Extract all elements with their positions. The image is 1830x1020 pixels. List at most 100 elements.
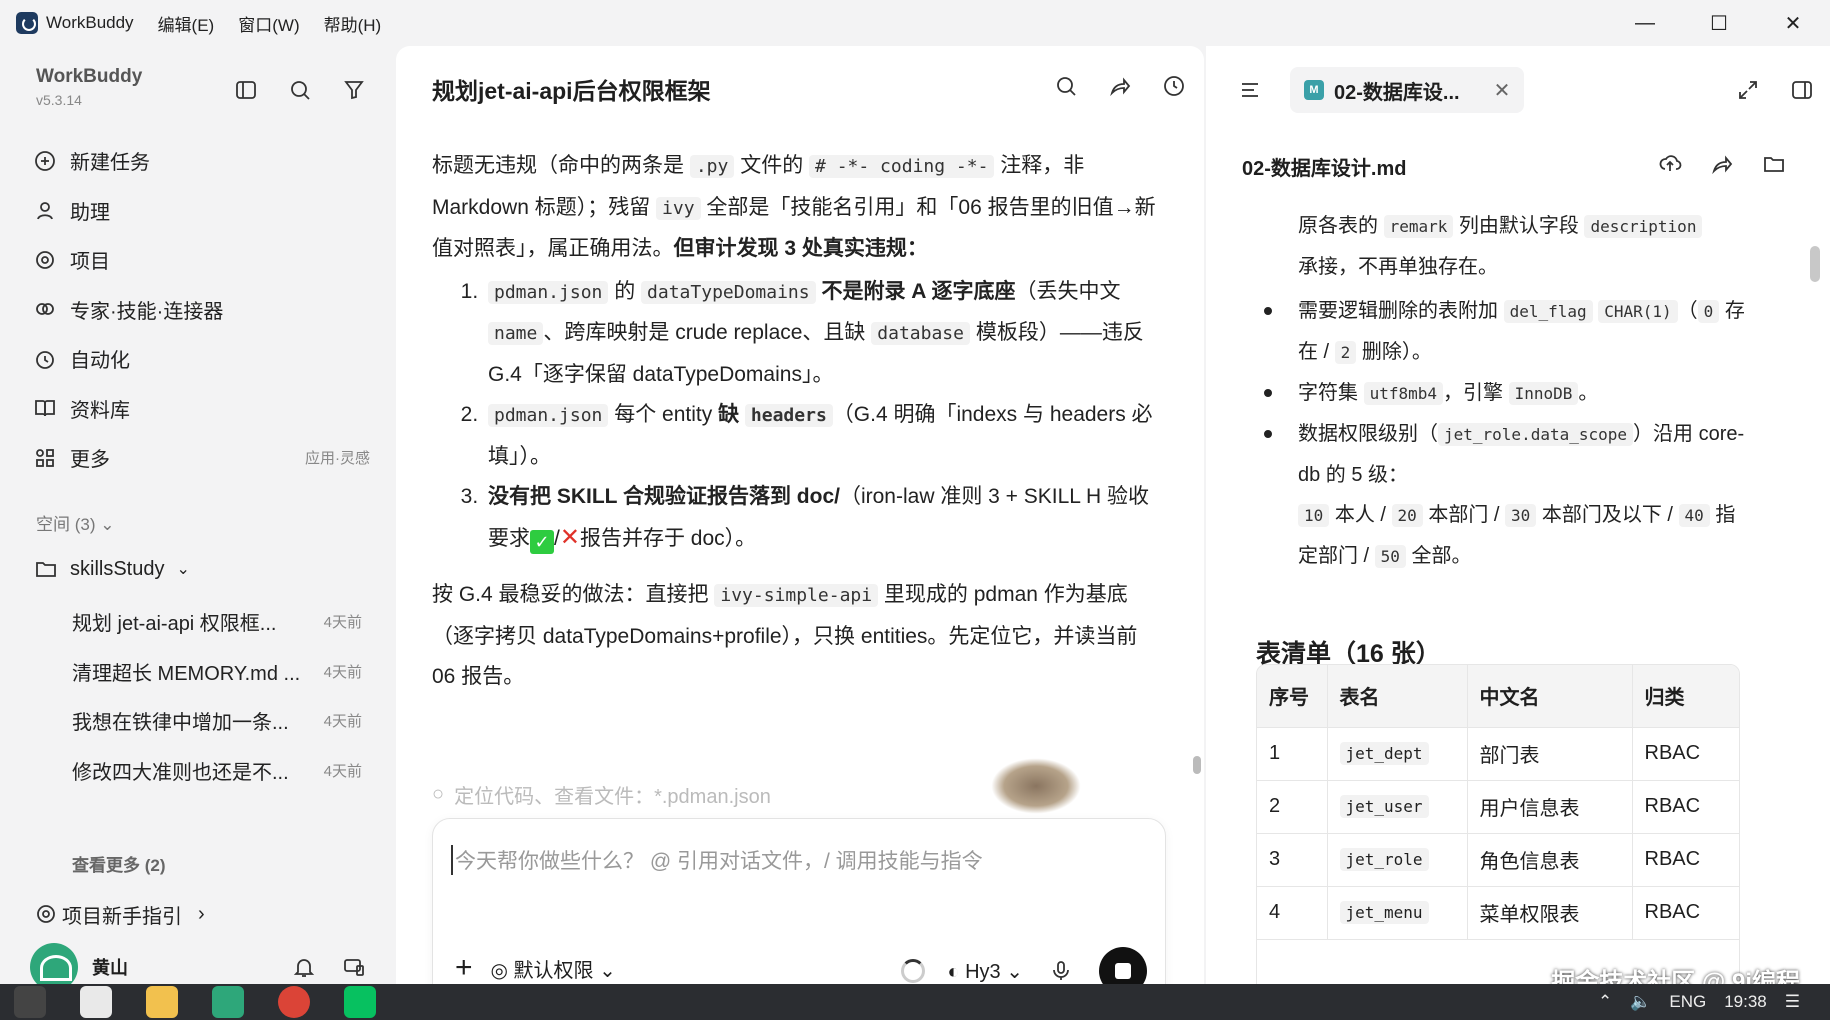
project-guide[interactable]: 项目新手指引 ›: [30, 898, 205, 930]
menu-edit[interactable]: 编辑(E): [158, 11, 215, 36]
table-cell: RBAC: [1632, 780, 1739, 834]
menu-help[interactable]: 帮助(H): [324, 11, 382, 36]
wechat-icon[interactable]: [344, 986, 376, 1018]
text: 每个 entity: [608, 403, 719, 426]
nav-more[interactable]: 更多 应用·灵感: [30, 433, 370, 483]
close-button[interactable]: ✕: [1756, 0, 1830, 46]
table-cell: 用户信息表: [1467, 780, 1633, 834]
nav-project[interactable]: 项目: [30, 235, 370, 285]
table-cell: RBAC: [1632, 727, 1739, 781]
folder-icon[interactable]: [1758, 148, 1790, 180]
inline-code: name: [488, 322, 544, 345]
share-icon[interactable]: [1706, 148, 1738, 180]
nav-new-task[interactable]: 新建任务: [30, 136, 370, 186]
panel-toggle-icon[interactable]: [1786, 74, 1818, 106]
text: 删除）。: [1356, 341, 1432, 363]
nav-hint: 应用·灵感: [305, 450, 370, 468]
nav-library[interactable]: 资料库: [30, 384, 370, 434]
menu-window[interactable]: 窗口(W): [238, 11, 299, 36]
column-header: 序号: [1257, 665, 1328, 728]
file-tab-title: 02-数据库设...: [1334, 81, 1460, 104]
conversation-item[interactable]: 我想在铁律中增加一条... 4天前: [72, 696, 362, 746]
scrollbar-thumb[interactable]: [1193, 756, 1201, 774]
microphone-icon[interactable]: [1045, 955, 1077, 987]
inline-code: database: [871, 322, 970, 345]
search-icon[interactable]: [1050, 70, 1082, 102]
task-view-icon[interactable]: [14, 986, 46, 1018]
add-attachment-icon[interactable]: +: [455, 951, 473, 985]
nav-automation[interactable]: 自动化: [30, 334, 370, 384]
automation-icon: [30, 343, 60, 375]
file-explorer-icon[interactable]: [146, 986, 178, 1018]
text: 原各表的: [1298, 215, 1384, 237]
guide-icon: [30, 898, 62, 930]
table-cell: 2: [1257, 780, 1328, 834]
folder-skillsstudy[interactable]: skillsStudy ⌄: [30, 553, 190, 585]
notification-icon[interactable]: ☰: [1785, 992, 1800, 1012]
model-logo-icon: ◐: [947, 960, 960, 983]
workbuddy-icon[interactable]: [212, 986, 244, 1018]
system-tray: ⌃ 🔈 ENG 19:38 ☰: [1598, 984, 1800, 1020]
inline-code: remark: [1383, 215, 1454, 238]
outline-icon[interactable]: [1234, 74, 1266, 106]
model-selector[interactable]: ◐ Hy3 ⌄: [947, 959, 1023, 984]
table-cell: 角色信息表: [1467, 833, 1633, 887]
text: 文件的: [734, 154, 810, 177]
conversation-item[interactable]: 规划 jet-ai-api 权限框... 4天前: [72, 597, 362, 647]
see-more-link[interactable]: 查看更多 (2): [72, 851, 166, 876]
table-cell: jet_user: [1327, 780, 1468, 834]
inline-code: 0: [1697, 300, 1720, 323]
nav-assistant[interactable]: 助理: [30, 186, 370, 236]
space-header[interactable]: 空间 (3) ⌄: [36, 510, 114, 535]
stop-icon: [1115, 963, 1131, 979]
inline-code: headers: [744, 404, 833, 427]
document-body: 原各表的 remark 列由默认字段 description 承接，不再单独存在…: [1250, 206, 1750, 577]
doc-bullet: 数据权限级别（ jet_role.data_scope ）沿用 core-db 的 …: [1250, 414, 1750, 577]
expand-icon[interactable]: [1732, 74, 1764, 106]
conversation-item[interactable]: 清理超长 MEMORY.md ... 4天前: [72, 647, 362, 697]
tool-status-text: 定位代码、查看文件：*.pdman.json: [454, 786, 771, 808]
text: 本部门 /: [1422, 504, 1505, 526]
typora-icon[interactable]: [80, 986, 112, 1018]
chrome-icon[interactable]: [278, 986, 310, 1018]
table-cell: RBAC: [1632, 833, 1739, 887]
chat-input-box[interactable]: 今天帮你做些什么？ @ 引用对话文件，/ 调用技能与指令 + ◎ 默认权限 ⌄ …: [432, 818, 1166, 1012]
file-tab[interactable]: M 02-数据库设... ✕: [1290, 67, 1525, 113]
conversation-item[interactable]: 修改四大准则也还是不... 4天前: [72, 746, 362, 796]
close-tab-icon[interactable]: ✕: [1494, 78, 1511, 103]
scrollbar-thumb[interactable]: [1810, 246, 1820, 282]
inline-code: pdman.json: [488, 280, 609, 304]
search-icon[interactable]: [284, 74, 316, 106]
message-paragraph: 按 G.4 最稳妥的做法：直接把 ivy-simple-api 里现成的 pdm…: [432, 575, 1162, 698]
clock[interactable]: 19:38: [1724, 992, 1767, 1012]
text: 本部门及以下 /: [1536, 504, 1679, 526]
volume-icon[interactable]: 🔈: [1630, 992, 1651, 1012]
share-icon[interactable]: [1104, 70, 1136, 102]
column-header: 中文名: [1467, 665, 1633, 728]
minimize-button[interactable]: —: [1608, 0, 1682, 46]
table-row: 3 jet_role 角色信息表 RBAC: [1257, 833, 1739, 887]
permission-selector[interactable]: ◎ 默认权限 ⌄: [491, 954, 616, 983]
devices-icon[interactable]: [338, 951, 370, 983]
history-icon[interactable]: [1158, 70, 1190, 102]
maximize-button[interactable]: ☐: [1682, 0, 1756, 46]
inline-code: pdman.json: [488, 404, 609, 427]
tool-status: ○ 定位代码、查看文件：*.pdman.json: [432, 780, 771, 809]
bell-icon[interactable]: [288, 951, 320, 983]
inline-code: 10: [1298, 504, 1330, 527]
chat-input[interactable]: 今天帮你做些什么？ @ 引用对话文件，/ 调用技能与指令: [451, 845, 983, 875]
doc-line: 承接，不再单独存在。: [1298, 256, 1498, 278]
upload-icon[interactable]: [1654, 148, 1686, 180]
list-item: 没有把 SKILL 合规验证报告落到 doc/（iron-law 准则 3 + …: [484, 477, 1162, 559]
check-icon: ✓: [530, 529, 554, 554]
chevron-up-icon[interactable]: ⌃: [1598, 992, 1612, 1012]
toggle-sidebar-icon[interactable]: [230, 74, 262, 106]
nav-label: 专家·技能·连接器: [70, 300, 224, 323]
language-indicator[interactable]: ENG: [1669, 992, 1706, 1012]
nav-experts[interactable]: 专家·技能·连接器: [30, 285, 370, 335]
inline-code: ivy: [656, 196, 701, 220]
filter-icon[interactable]: [338, 74, 370, 106]
column-header: 归类: [1632, 665, 1739, 728]
doc-line: 原各表的 remark 列由默认字段 description: [1250, 206, 1750, 247]
table-cell: 4: [1257, 886, 1328, 940]
